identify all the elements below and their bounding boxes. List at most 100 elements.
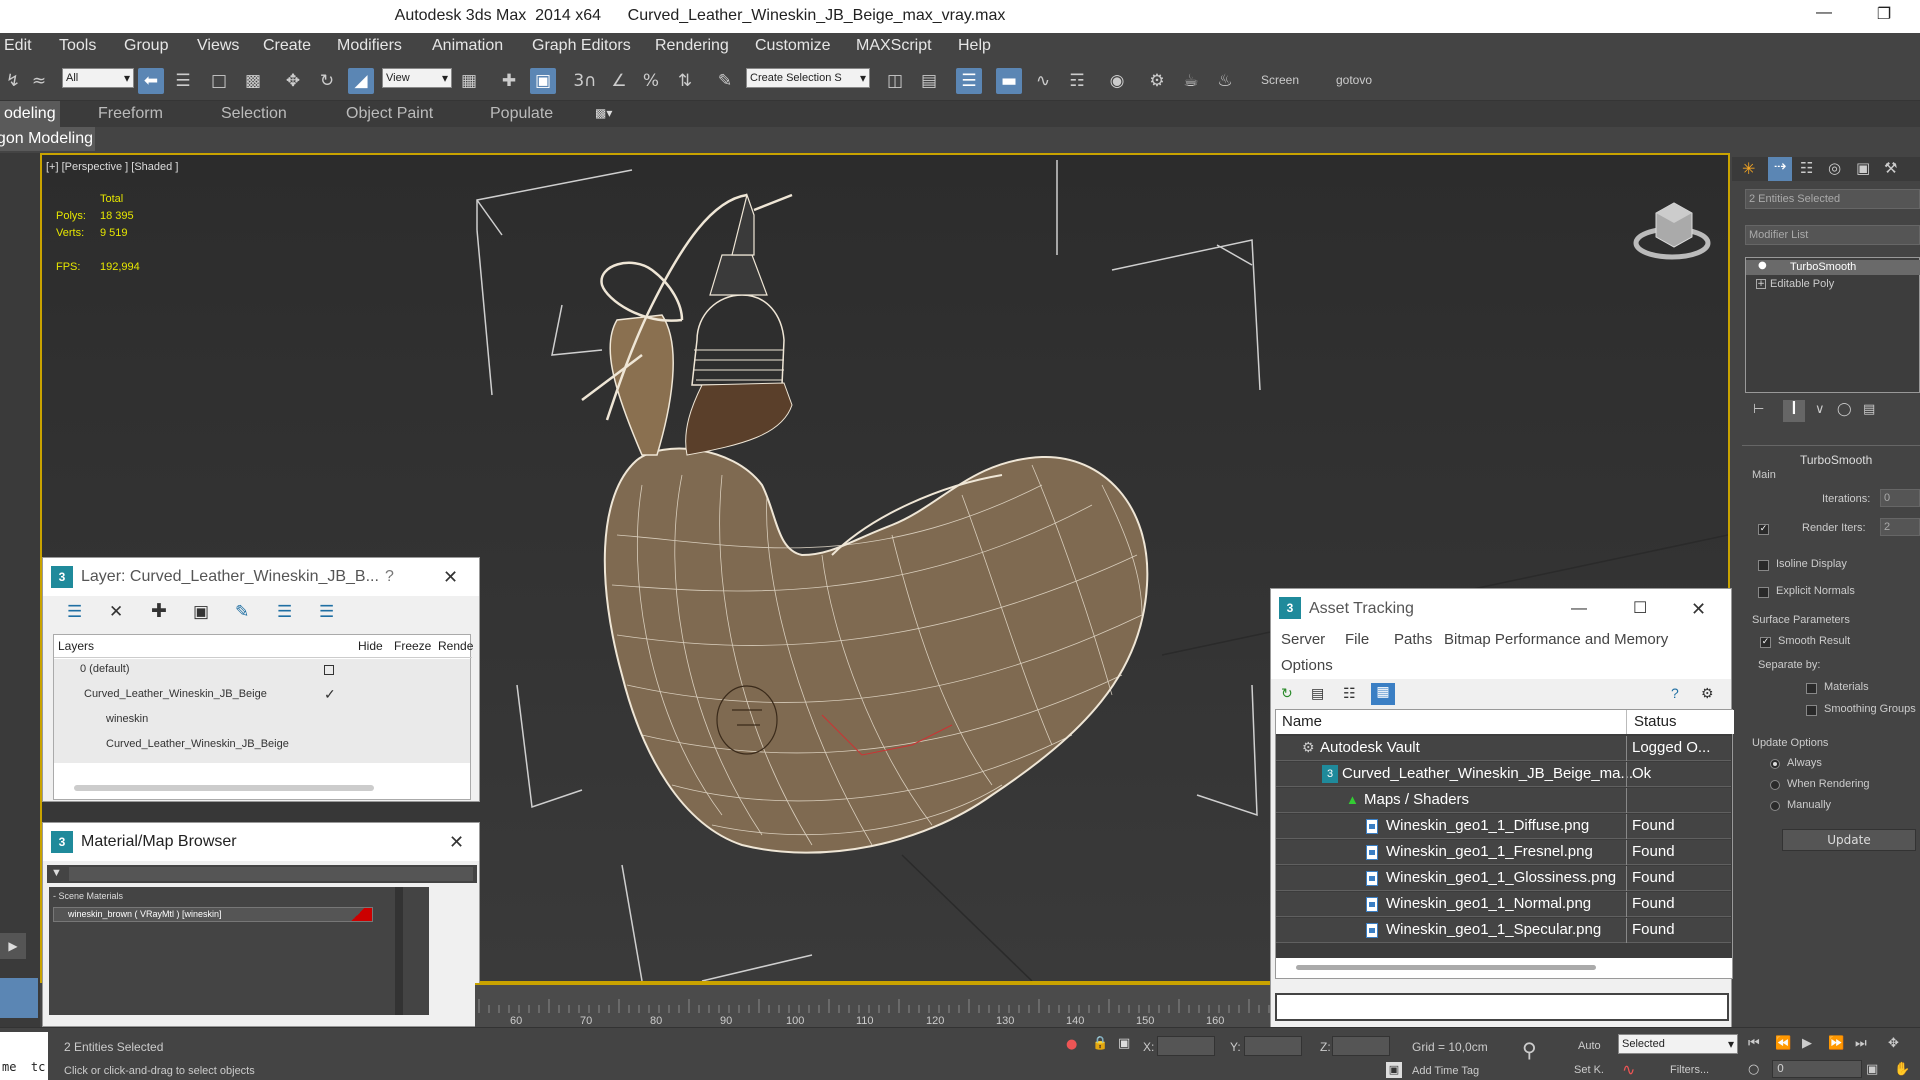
- freeze-all-layers-icon[interactable]: ☰: [319, 602, 334, 622]
- highlight-selected-icon[interactable]: ✎: [235, 602, 249, 622]
- asset-row[interactable]: Wineskin_geo1_1_Diffuse.png Found: [1276, 814, 1731, 839]
- create-layer-icon[interactable]: ☰: [67, 602, 82, 622]
- close-icon[interactable]: ✕: [443, 558, 458, 596]
- menu-views[interactable]: Views: [197, 37, 239, 55]
- layer-row[interactable]: 0 (default): [54, 659, 470, 683]
- add-time-tag-label[interactable]: Add Time Tag: [1412, 1065, 1479, 1077]
- menu-server[interactable]: Server: [1281, 631, 1325, 648]
- menu-group[interactable]: Group: [124, 37, 168, 55]
- always-radio[interactable]: [1770, 759, 1780, 769]
- minimize-button[interactable]: —: [1804, 4, 1844, 28]
- z-coordinate-field[interactable]: [1332, 1036, 1390, 1056]
- mini-listener-icon[interactable]: [0, 978, 38, 1018]
- isoline-display-checkbox[interactable]: [1758, 560, 1769, 571]
- browser-options-icon[interactable]: ▼: [51, 867, 62, 879]
- menu-paths[interactable]: Paths: [1394, 631, 1432, 648]
- time-config-icon[interactable]: ▣: [1866, 1062, 1878, 1077]
- motion-tab-icon[interactable]: ◎: [1828, 159, 1841, 177]
- modify-tab-icon[interactable]: ⇢: [1768, 157, 1792, 181]
- key-filters-button[interactable]: Filters...: [1670, 1064, 1709, 1076]
- hierarchy-tab-icon[interactable]: ☷: [1800, 159, 1813, 177]
- menu-edit[interactable]: Edit: [4, 37, 32, 55]
- menu-options[interactable]: Options: [1281, 657, 1333, 674]
- pan-view-icon[interactable]: ✋: [1894, 1062, 1910, 1077]
- hide-all-layers-icon[interactable]: ☰: [277, 602, 292, 622]
- bulb-icon[interactable]: ●: [1758, 260, 1767, 271]
- spinner-snap-icon[interactable]: ⇅: [672, 68, 698, 94]
- rollout-turbosmooth-title[interactable]: TurboSmooth: [1800, 453, 1872, 467]
- set-key-icon[interactable]: ⚲: [1522, 1038, 1537, 1062]
- freeze-column-header[interactable]: Freeze: [394, 639, 431, 653]
- add-to-layer-icon[interactable]: ✚: [151, 600, 167, 623]
- render-setup-icon[interactable]: ⚙: [1144, 68, 1170, 94]
- asset-row[interactable]: ▲ Maps / Shaders: [1276, 788, 1731, 813]
- absolute-mode-icon[interactable]: ▣: [1118, 1036, 1130, 1051]
- pin-stack-icon[interactable]: ⊢: [1753, 402, 1764, 417]
- render-production-icon[interactable]: ♨: [1212, 68, 1238, 94]
- go-to-end-icon[interactable]: ⏭: [1855, 1036, 1867, 1051]
- object-name-field[interactable]: 2 Entities Selected: [1745, 189, 1920, 209]
- material-item[interactable]: wineskin_brown ( VRayMtl ) [wineskin]: [53, 907, 373, 922]
- align-icon[interactable]: ▤: [916, 68, 942, 94]
- asset-row[interactable]: Wineskin_geo1_1_Fresnel.png Found: [1276, 840, 1731, 865]
- y-coordinate-field[interactable]: [1244, 1036, 1302, 1056]
- iterations-spinner[interactable]: 0: [1880, 489, 1920, 507]
- previous-frame-icon[interactable]: ⏪: [1775, 1036, 1791, 1051]
- make-unique-icon[interactable]: ∨: [1815, 402, 1825, 417]
- menu-create[interactable]: Create: [263, 37, 311, 55]
- current-layer-icon[interactable]: [324, 665, 334, 675]
- maximize-button[interactable]: ❐: [1864, 4, 1904, 28]
- schematic-view-icon[interactable]: ☶: [1064, 68, 1090, 94]
- asset-row[interactable]: 3 Curved_Leather_Wineskin_JB_Beige_ma...…: [1276, 762, 1731, 787]
- materials-checkbox[interactable]: [1806, 683, 1817, 694]
- layer-manager-icon[interactable]: ☰: [956, 68, 982, 94]
- tab-selection[interactable]: Selection: [221, 105, 287, 123]
- name-column-header[interactable]: Name: [1282, 713, 1322, 730]
- search-bar[interactable]: ▼: [47, 865, 477, 883]
- modifier-stack[interactable]: ● TurboSmooth + Editable Poly: [1745, 257, 1920, 393]
- show-end-result-icon[interactable]: ❙: [1783, 400, 1805, 422]
- menu-modifiers[interactable]: Modifiers: [337, 37, 402, 55]
- selection-lock-icon[interactable]: 🔒: [1092, 1036, 1108, 1051]
- rotate-icon[interactable]: ↻: [314, 68, 340, 94]
- reference-coordinate-select[interactable]: View: [382, 68, 452, 88]
- curve-editor-icon[interactable]: ∿: [1030, 68, 1056, 94]
- configure-sets-icon[interactable]: ▤: [1863, 402, 1875, 417]
- smooth-result-checkbox[interactable]: ✓: [1760, 637, 1771, 648]
- tab-freeform[interactable]: Freeform: [98, 105, 163, 123]
- tree-view-icon[interactable]: ☷: [1343, 685, 1356, 702]
- explicit-normals-checkbox[interactable]: [1758, 587, 1769, 598]
- settings-icon[interactable]: ⚙: [1701, 685, 1714, 702]
- modifier-list-select[interactable]: Modifier List: [1745, 225, 1920, 245]
- render-iters-checkbox[interactable]: ✓: [1758, 524, 1769, 535]
- menu-maxscript[interactable]: MAXScript: [856, 37, 932, 55]
- viewcube-icon[interactable]: [1632, 195, 1712, 265]
- asset-path-field[interactable]: [1275, 993, 1729, 1021]
- menu-customize[interactable]: Customize: [755, 37, 831, 55]
- minimize-button[interactable]: —: [1571, 589, 1587, 629]
- maximize-button[interactable]: ☐: [1633, 589, 1647, 629]
- menu-rendering[interactable]: Rendering: [655, 37, 729, 55]
- time-tag-icon[interactable]: ▣: [1386, 1062, 1402, 1078]
- timeline-track[interactable]: 60 70 80 90 100 110 120 130 140 150 160: [475, 983, 1270, 1027]
- snap-toggle-icon[interactable]: 3∩: [572, 68, 598, 94]
- scene-materials-group[interactable]: - Scene Materials: [53, 891, 123, 901]
- play-icon[interactable]: ▶: [1802, 1036, 1812, 1051]
- tab-populate[interactable]: Populate: [490, 105, 553, 123]
- refresh-icon[interactable]: ↻: [1281, 685, 1293, 702]
- set-key-button[interactable]: Set K.: [1574, 1064, 1604, 1076]
- select-object-icon[interactable]: ⬅: [138, 68, 164, 94]
- search-input[interactable]: [69, 867, 473, 881]
- ribbon-toggle-icon[interactable]: ▬: [996, 68, 1022, 94]
- select-manipulate-icon[interactable]: ✚: [496, 68, 522, 94]
- close-icon[interactable]: ✕: [449, 823, 464, 861]
- status-column-header[interactable]: Status: [1634, 713, 1677, 730]
- tab-object-paint[interactable]: Object Paint: [346, 105, 433, 123]
- delete-layer-icon[interactable]: ✕: [109, 602, 123, 622]
- stack-item-turbosmooth[interactable]: ● TurboSmooth: [1746, 260, 1920, 275]
- zoom-extents-icon[interactable]: ✥: [1888, 1036, 1899, 1051]
- menu-animation[interactable]: Animation: [432, 37, 503, 55]
- layer-row[interactable]: Curved_Leather_Wineskin_JB_Beige: [54, 734, 470, 758]
- layer-row[interactable]: Curved_Leather_Wineskin_JB_Beige ✓: [54, 684, 470, 708]
- scale-icon[interactable]: ◢: [348, 68, 374, 94]
